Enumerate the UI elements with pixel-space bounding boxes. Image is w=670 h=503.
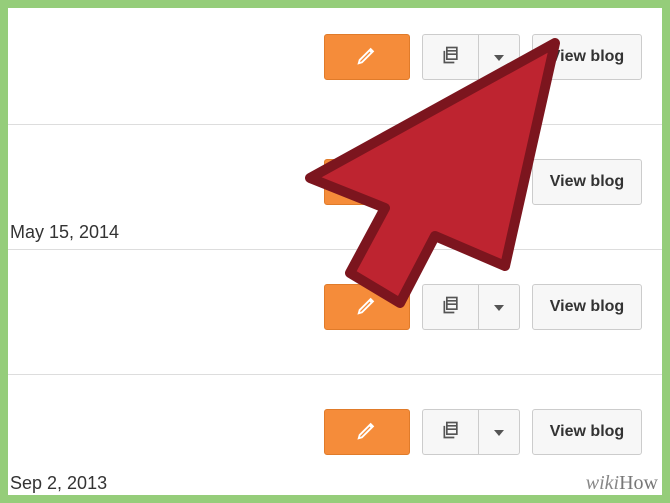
posts-button-group <box>422 284 520 330</box>
edit-button[interactable] <box>324 159 410 205</box>
posts-button[interactable] <box>422 284 478 330</box>
blog-row: View blog May 15, 2014 <box>0 125 670 250</box>
posts-icon <box>441 420 461 445</box>
edit-button[interactable] <box>324 284 410 330</box>
view-blog-button[interactable]: View blog <box>532 409 642 455</box>
pencil-icon <box>356 169 378 196</box>
posts-icon <box>441 295 461 320</box>
edit-button[interactable] <box>324 409 410 455</box>
row-controls: View blog <box>324 159 642 205</box>
dropdown-button[interactable] <box>478 284 520 330</box>
row-date: Sep 2, 2013 <box>10 473 107 494</box>
posts-icon <box>441 45 461 70</box>
posts-button-group <box>422 409 520 455</box>
chevron-down-icon <box>494 48 504 66</box>
watermark-prefix: wiki <box>586 472 619 494</box>
blog-list: View blog <box>0 0 670 500</box>
dropdown-button[interactable] <box>478 409 520 455</box>
chevron-down-icon <box>494 423 504 441</box>
chevron-down-icon <box>494 173 504 191</box>
view-blog-button[interactable]: View blog <box>532 284 642 330</box>
watermark: wikiHow <box>586 472 658 495</box>
posts-icon <box>441 170 461 195</box>
row-controls: View blog <box>324 284 642 330</box>
posts-button-group <box>422 159 520 205</box>
posts-button-group <box>422 34 520 80</box>
chevron-down-icon <box>494 298 504 316</box>
blog-row: View blog Sep 2, 2013 <box>0 375 670 500</box>
row-controls: View blog <box>324 409 642 455</box>
posts-button[interactable] <box>422 409 478 455</box>
pencil-icon <box>356 44 378 71</box>
blog-row: View blog <box>0 0 670 125</box>
dropdown-button[interactable] <box>478 159 520 205</box>
posts-button[interactable] <box>422 159 478 205</box>
row-date: May 15, 2014 <box>10 222 119 243</box>
view-blog-button[interactable]: View blog <box>532 159 642 205</box>
posts-button[interactable] <box>422 34 478 80</box>
watermark-suffix: How <box>619 472 658 494</box>
row-controls: View blog <box>324 34 642 80</box>
dropdown-button[interactable] <box>478 34 520 80</box>
pencil-icon <box>356 419 378 446</box>
edit-button[interactable] <box>324 34 410 80</box>
view-blog-button[interactable]: View blog <box>532 34 642 80</box>
blog-row: View blog <box>0 250 670 375</box>
pencil-icon <box>356 294 378 321</box>
